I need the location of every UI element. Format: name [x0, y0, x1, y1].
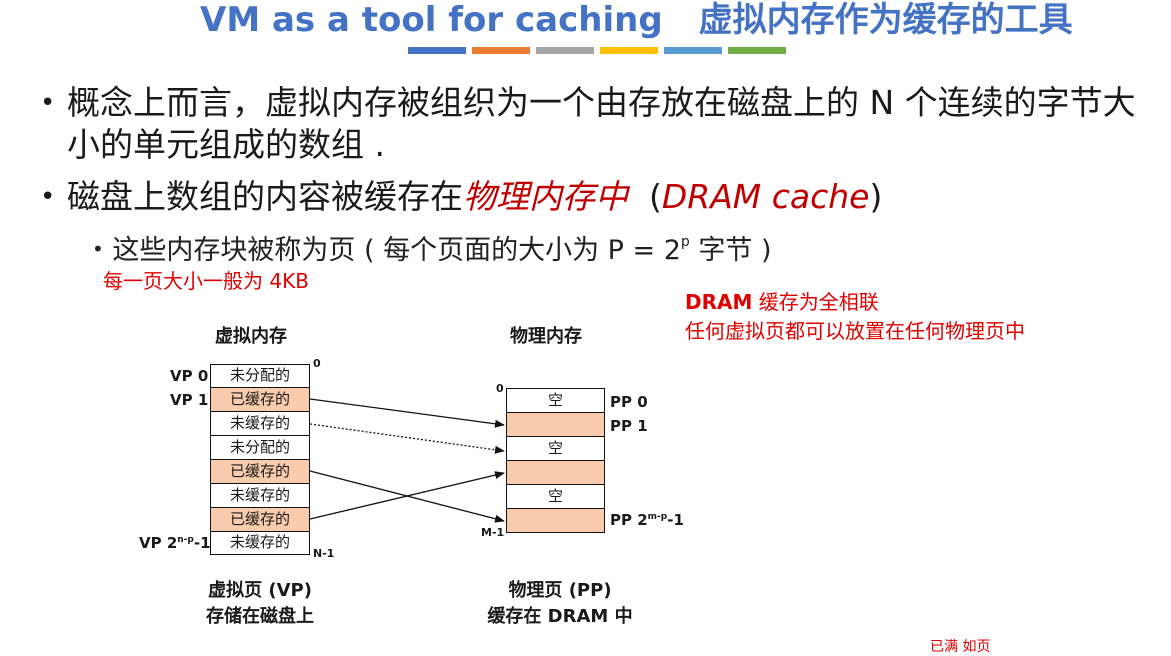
- arrow-uncached-dotted: [309, 423, 505, 454]
- mapping-arrows: [309, 398, 505, 523]
- pm-caption-line1: 物理页 (PP): [508, 580, 612, 601]
- vm-caption-line2: 存储在磁盘上: [206, 606, 314, 627]
- arrow-vp6-to-pp3: [309, 471, 505, 520]
- pm-caption: 物理页 (PP) 缓存在 DRAM 中: [480, 578, 640, 630]
- vm-caption: 虚拟页 (VP) 存储在磁盘上: [190, 578, 330, 630]
- pm-caption-line2: 缓存在 DRAM 中: [487, 606, 633, 627]
- vm-caption-line1: 虚拟页 (VP): [208, 580, 312, 601]
- arrow-vp1-to-pp1: [309, 398, 505, 428]
- cut-off-text: 已满 如页: [930, 639, 991, 655]
